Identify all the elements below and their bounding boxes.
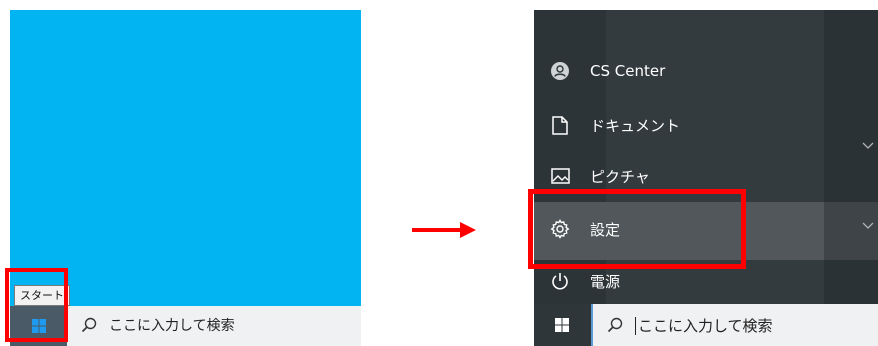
taskbar: ここに入力して検索 bbox=[534, 304, 878, 346]
menu-item-power[interactable]: 電源 bbox=[549, 270, 620, 292]
settings-hover-background-right bbox=[824, 202, 878, 260]
chevron-down-icon[interactable] bbox=[862, 222, 874, 230]
search-icon bbox=[81, 317, 97, 333]
text-caret bbox=[635, 317, 636, 335]
start-highlight-box bbox=[5, 268, 68, 342]
menu-item-account[interactable]: CS Center bbox=[549, 60, 665, 82]
document-icon bbox=[549, 114, 571, 136]
menu-item-documents[interactable]: ドキュメント bbox=[549, 114, 680, 136]
search-placeholder: ここに入力して検索 bbox=[638, 316, 773, 335]
picture-icon bbox=[549, 165, 571, 187]
arrow-right-icon bbox=[412, 222, 476, 238]
user-account-icon bbox=[549, 60, 571, 82]
menu-item-label: ピクチャ bbox=[590, 167, 650, 186]
search-icon bbox=[607, 317, 623, 333]
windows-logo-icon bbox=[555, 318, 569, 332]
start-button[interactable] bbox=[534, 304, 591, 346]
menu-item-pictures[interactable]: ピクチャ bbox=[549, 165, 650, 187]
menu-item-label: ドキュメント bbox=[590, 116, 681, 135]
desktop-background bbox=[10, 10, 361, 306]
settings-highlight-box bbox=[528, 189, 746, 269]
search-box[interactable]: ここに入力して検索 bbox=[81, 310, 235, 340]
menu-item-label: 電源 bbox=[590, 272, 621, 291]
menu-item-label: CS Center bbox=[590, 62, 666, 80]
chevron-down-icon[interactable] bbox=[862, 142, 874, 150]
search-focus-border bbox=[591, 304, 593, 346]
search-placeholder: ここに入力して検索 bbox=[109, 318, 235, 334]
power-icon bbox=[549, 270, 571, 292]
search-box[interactable]: ここに入力して検索 bbox=[607, 304, 773, 346]
